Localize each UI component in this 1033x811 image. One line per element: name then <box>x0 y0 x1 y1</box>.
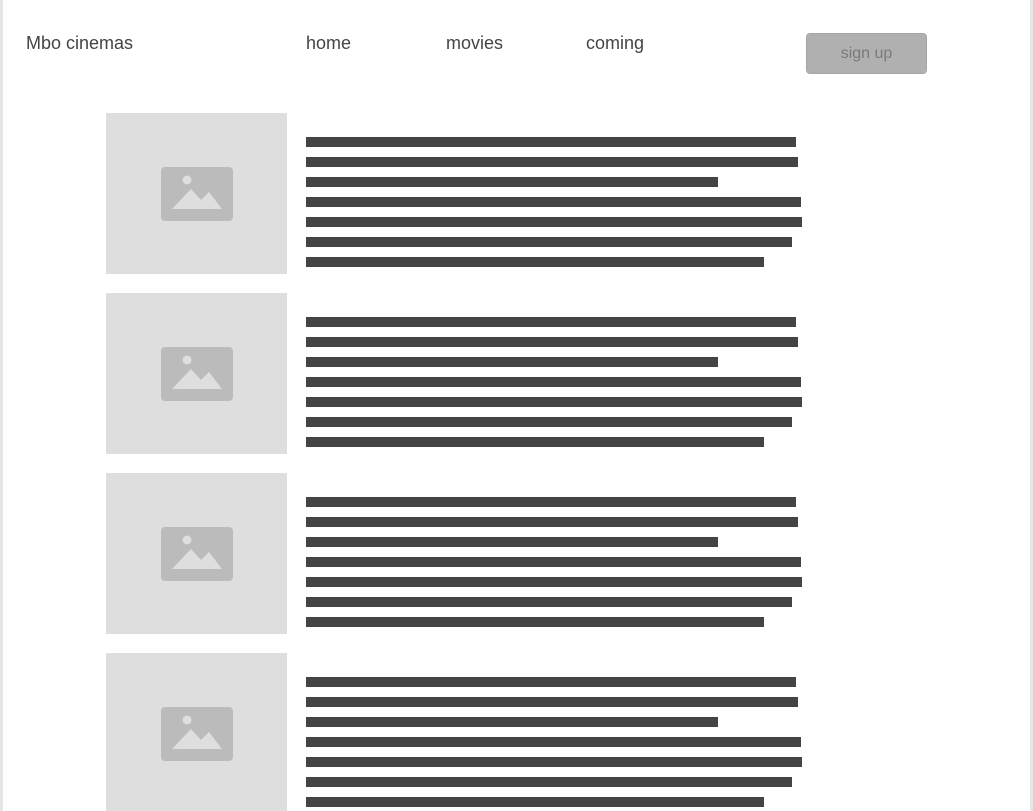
text-line <box>306 197 801 207</box>
movie-description-placeholder <box>306 677 802 811</box>
movie-card[interactable] <box>106 293 806 454</box>
movie-card[interactable] <box>106 473 806 634</box>
movie-card[interactable] <box>106 113 806 274</box>
text-line <box>306 757 802 767</box>
text-line <box>306 237 792 247</box>
text-line <box>306 177 718 187</box>
movie-description-placeholder <box>306 317 802 457</box>
movie-card[interactable] <box>106 653 806 811</box>
signup-button[interactable]: sign up <box>806 33 927 74</box>
text-line <box>306 557 801 567</box>
text-line <box>306 517 798 527</box>
text-line <box>306 317 796 327</box>
nav-home[interactable]: home <box>306 33 351 54</box>
text-line <box>306 677 796 687</box>
image-placeholder-icon <box>161 347 233 401</box>
text-line <box>306 597 792 607</box>
text-line <box>306 397 802 407</box>
text-line <box>306 337 798 347</box>
text-line <box>306 377 801 387</box>
movie-poster-placeholder <box>106 653 287 811</box>
text-line <box>306 437 764 447</box>
text-line <box>306 797 764 807</box>
text-line <box>306 497 796 507</box>
text-line <box>306 257 764 267</box>
text-line <box>306 577 802 587</box>
app-frame: Mbo cinemas home movies coming sign up <box>0 0 1033 811</box>
text-line <box>306 617 764 627</box>
text-line <box>306 157 798 167</box>
text-line <box>306 217 802 227</box>
nav-coming[interactable]: coming <box>586 33 644 54</box>
text-line <box>306 777 792 787</box>
brand-logo[interactable]: Mbo cinemas <box>26 33 133 54</box>
text-line <box>306 417 792 427</box>
text-line <box>306 137 796 147</box>
nav-movies[interactable]: movies <box>446 33 503 54</box>
text-line <box>306 697 798 707</box>
movie-poster-placeholder <box>106 293 287 454</box>
text-line <box>306 717 718 727</box>
movie-description-placeholder <box>306 137 802 277</box>
image-placeholder-icon <box>161 707 233 761</box>
movie-list <box>106 113 806 811</box>
movie-poster-placeholder <box>106 113 287 274</box>
text-line <box>306 357 718 367</box>
text-line <box>306 737 801 747</box>
movie-poster-placeholder <box>106 473 287 634</box>
movie-description-placeholder <box>306 497 802 637</box>
image-placeholder-icon <box>161 167 233 221</box>
text-line <box>306 537 718 547</box>
image-placeholder-icon <box>161 527 233 581</box>
